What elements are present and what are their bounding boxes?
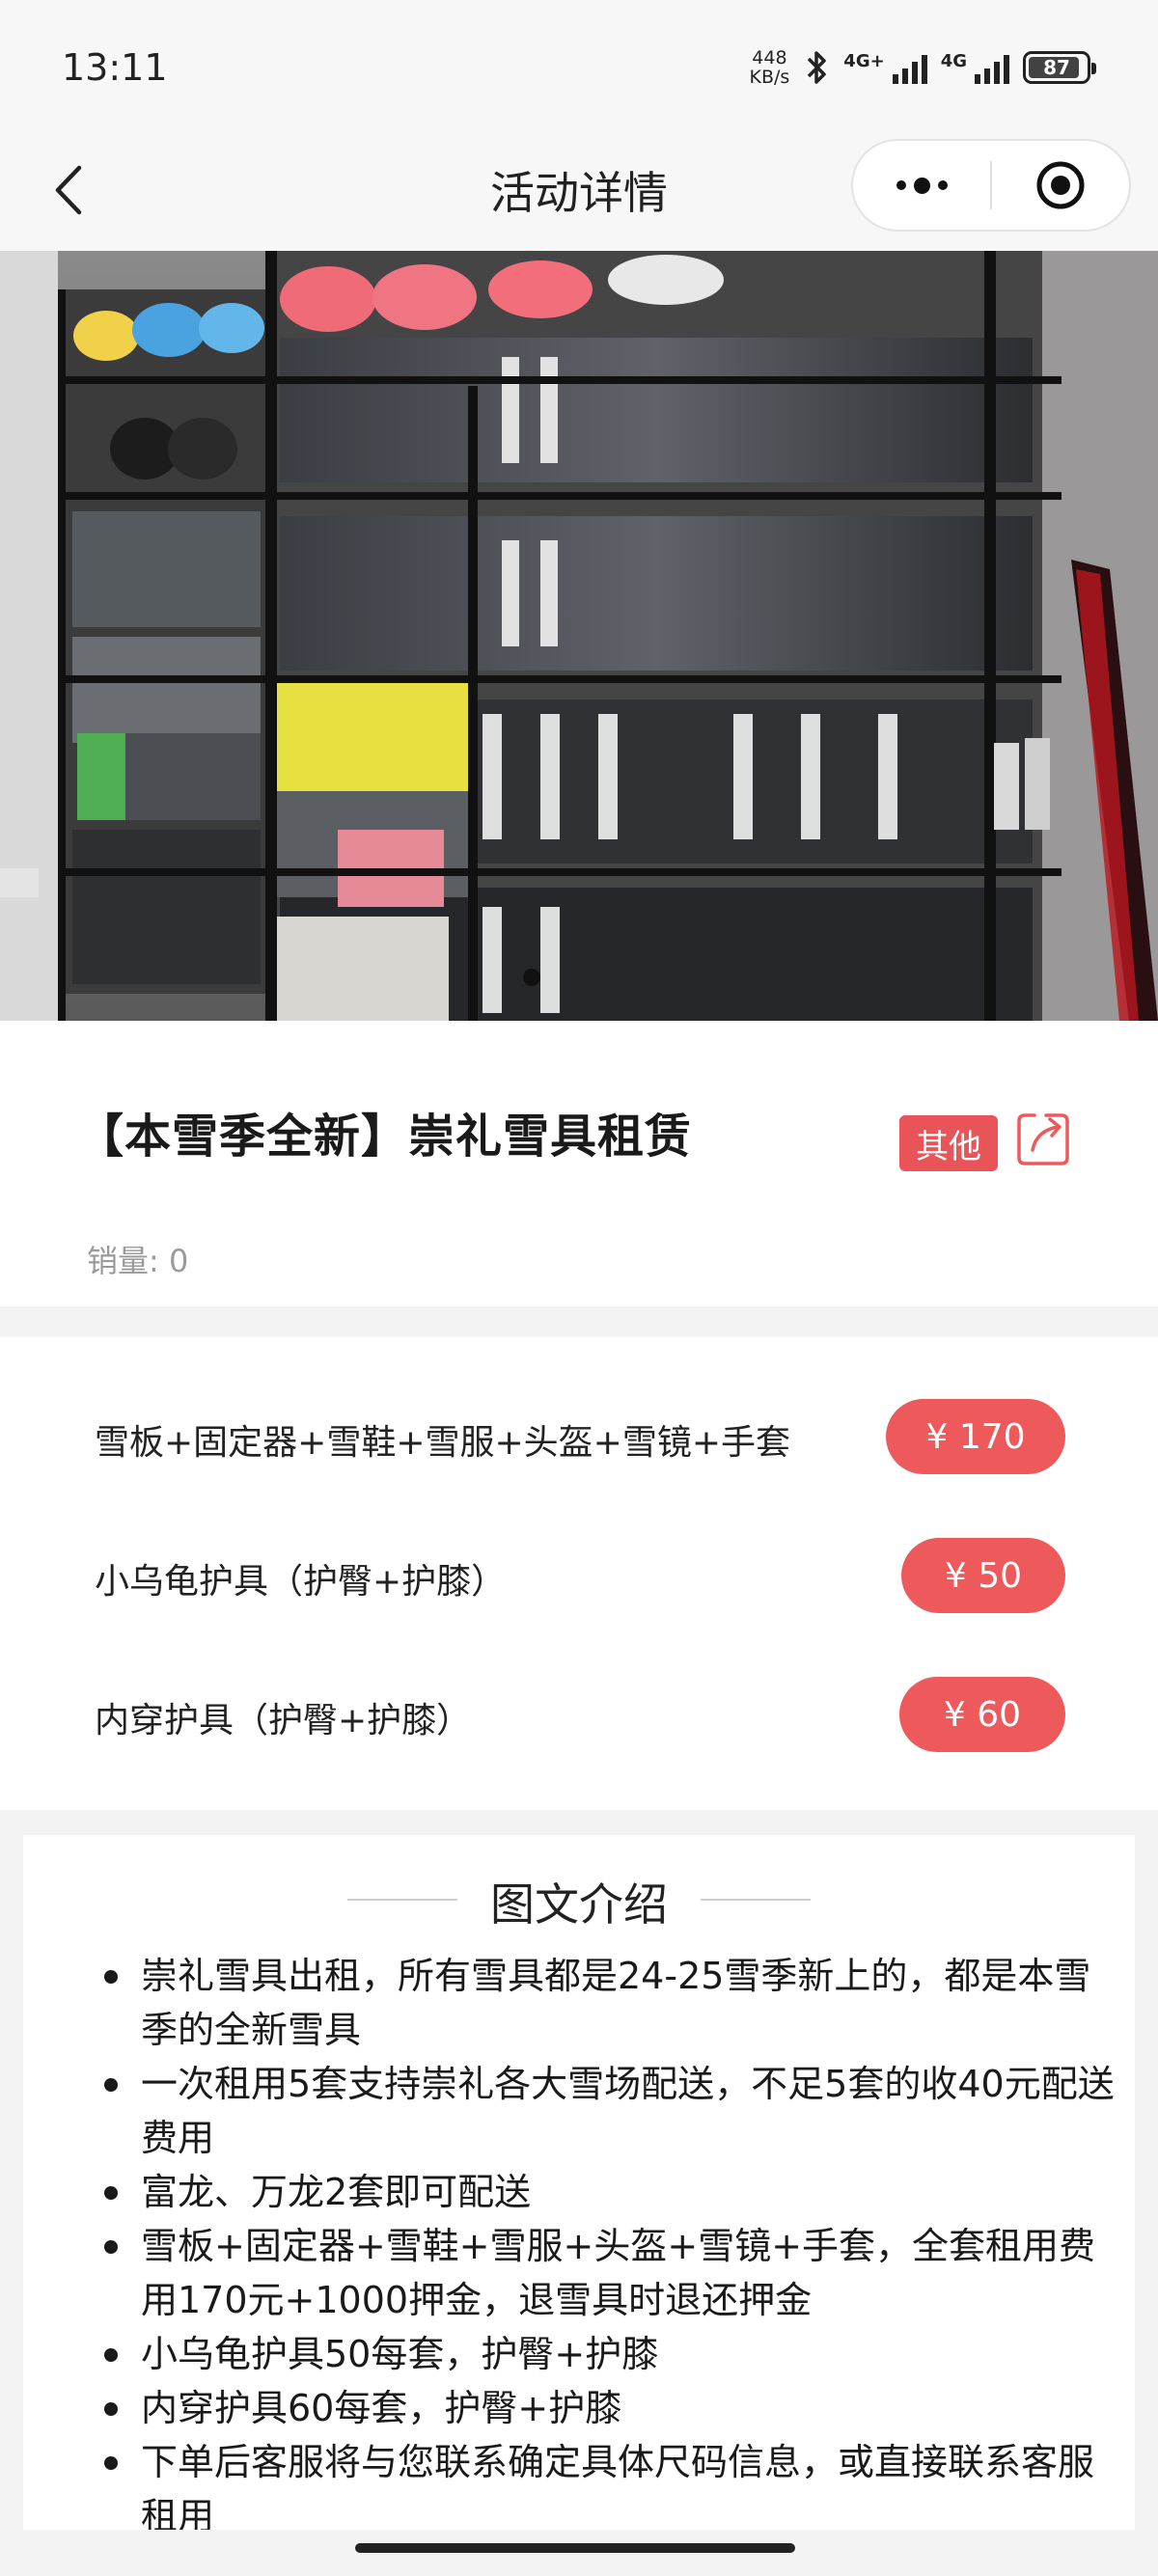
header-divider-right [701,1899,811,1901]
battery-level: 87 [1043,56,1070,79]
home-indicator[interactable] [355,2543,795,2553]
more-button[interactable] [853,141,990,230]
list-item: 崇礼雪具出租，所有雪具都是24-25雪季新上的，都是本雪季的全新雪具 [102,1949,1116,2057]
category-badge: 其他 [899,1115,998,1171]
price-option: 雪板+固定器+雪鞋+雪服+头盔+雪镜+手套 ¥ 170 [0,1399,1158,1476]
status-time: 13:11 [62,46,168,89]
list-item: 小乌龟护具50每套，护臀+护膝 [102,2327,1116,2381]
network-speed: 448 KB/s [750,48,790,87]
battery-icon: 87 [1023,51,1096,84]
cellular-signal-1-icon: 4G+ [843,51,927,84]
network-speed-unit: KB/s [749,67,790,88]
price-option-button[interactable]: ¥ 170 [886,1399,1065,1474]
navigation-bar: 活动详情 [0,135,1158,251]
description-section: 图文介绍 崇礼雪具出租，所有雪具都是24-25雪季新上的，都是本雪季的全新雪具 … [23,1835,1135,2530]
product-info-card: 【本雪季全新】崇礼雪具租赁 其他 销量: 0 [0,1021,1158,1306]
list-item: 内穿护具60每套，护臀+护膝 [102,2381,1116,2435]
list-item: 下单后客服将与您联系确定具体尺码信息，或直接联系客服租用 [102,2435,1116,2530]
network-speed-value: 448 [752,47,787,69]
target-circle-icon [1036,161,1085,209]
product-photo [0,251,1158,1021]
carousel-page-indicator [523,969,540,986]
status-bar: 13:11 448 KB/s 4G+ 4G 87 [0,0,1158,135]
share-icon [1017,1113,1069,1165]
price-option-button[interactable]: ¥ 60 [899,1677,1065,1752]
price-option-name: 小乌龟护具（护臀+护膝） [95,1562,507,1602]
price-option-name: 内穿护具（护臀+护膝） [95,1701,472,1740]
product-title: 【本雪季全新】崇礼雪具租赁 [77,1110,693,1164]
share-button[interactable] [1013,1110,1073,1169]
sales-count: 销量: 0 [87,1243,189,1279]
cellular-signal-2-icon: 4G [941,51,1009,84]
status-icons: 448 KB/s 4G+ 4G 87 [750,48,1096,87]
list-item: 富龙、万龙2套即可配送 [102,2165,1116,2219]
price-options-list: 雪板+固定器+雪鞋+雪服+头盔+雪镜+手套 ¥ 170 小乌龟护具（护臀+护膝）… [0,1337,1158,1810]
description-list: 崇礼雪具出租，所有雪具都是24-25雪季新上的，都是本雪季的全新雪具 一次租用5… [102,1949,1116,2530]
list-item: 雪板+固定器+雪鞋+雪服+头盔+雪镜+手套，全套租用费用170元+1000押金，… [102,2219,1116,2327]
price-option: 小乌龟护具（护臀+护膝） ¥ 50 [0,1538,1158,1615]
bluetooth-icon [808,51,827,84]
price-option: 内穿护具（护臀+护膝） ¥ 60 [0,1677,1158,1754]
section-title: 图文介绍 [490,1878,668,1931]
price-option-name: 雪板+固定器+雪鞋+雪服+头盔+雪镜+手套 [95,1423,790,1463]
more-dots-icon [896,177,948,194]
network-label-2: 4G [940,51,967,71]
product-image-carousel[interactable] [0,251,1158,1021]
price-option-button[interactable]: ¥ 50 [901,1538,1065,1613]
network-label-1: 4G+ [843,51,885,71]
section-header: 图文介绍 [23,1870,1135,1931]
list-item: 一次租用5套支持崇礼各大雪场配送，不足5套的收40元配送费用 [102,2057,1116,2165]
close-miniprogram-button[interactable] [992,141,1129,230]
miniprogram-capsule [851,139,1131,232]
